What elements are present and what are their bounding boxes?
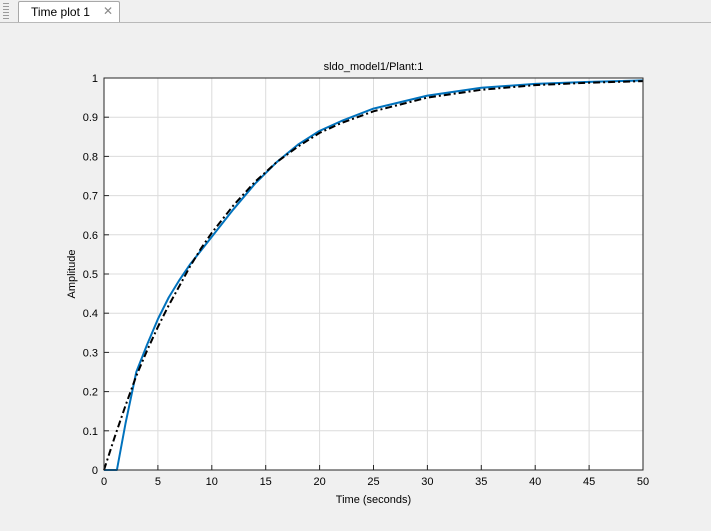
y-tick-label: 0.3 xyxy=(83,347,98,359)
response-chart: 0 5 10 15 20 25 30 35 40 45 50 0 0.1 0.2 0.3 0.4 0.5 0.6 0… xyxy=(66,61,649,506)
y-tick-label: 0.6 xyxy=(83,230,98,242)
close-icon[interactable]: ✕ xyxy=(103,4,113,18)
x-tick-label: 45 xyxy=(583,476,595,488)
x-tick-label: 30 xyxy=(421,476,433,488)
x-tick-label: 0 xyxy=(101,476,107,488)
x-tick-label: 10 xyxy=(206,476,218,488)
x-tick-label: 5 xyxy=(155,476,161,488)
y-tick-label: 0 xyxy=(92,465,98,477)
tab-time-plot-1[interactable]: Time plot 1 ✕ xyxy=(18,1,120,22)
x-tick-label: 25 xyxy=(367,476,379,488)
chart-title: sldo_model1/Plant:1 xyxy=(324,61,424,73)
tab-label: Time plot 1 xyxy=(31,5,90,19)
y-tick-label: 0.4 xyxy=(83,308,98,320)
x-tick-label: 50 xyxy=(637,476,649,488)
x-tick-label: 15 xyxy=(260,476,272,488)
x-tick-label: 35 xyxy=(475,476,487,488)
y-tick-label: 0.7 xyxy=(83,191,98,203)
tab-strip: Time plot 1 ✕ xyxy=(0,0,711,23)
drag-grip-icon[interactable] xyxy=(3,3,9,19)
y-tick-label: 0.9 xyxy=(83,112,98,124)
y-tick-label: 1 xyxy=(92,73,98,85)
y-axis-label: Amplitude xyxy=(66,250,78,299)
y-tick-label: 0.5 xyxy=(83,269,98,281)
x-tick-label: 40 xyxy=(529,476,541,488)
y-tick-label: 0.8 xyxy=(83,151,98,163)
figure-panel: 0 5 10 15 20 25 30 35 40 45 50 0 0.1 0.2 0.3 0.4 0.5 0.6 0… xyxy=(0,23,711,526)
y-tick-label: 0.1 xyxy=(83,426,98,438)
y-tick-label: 0.2 xyxy=(83,387,98,399)
x-axis-label: Time (seconds) xyxy=(336,494,411,506)
x-tick-label: 20 xyxy=(313,476,325,488)
